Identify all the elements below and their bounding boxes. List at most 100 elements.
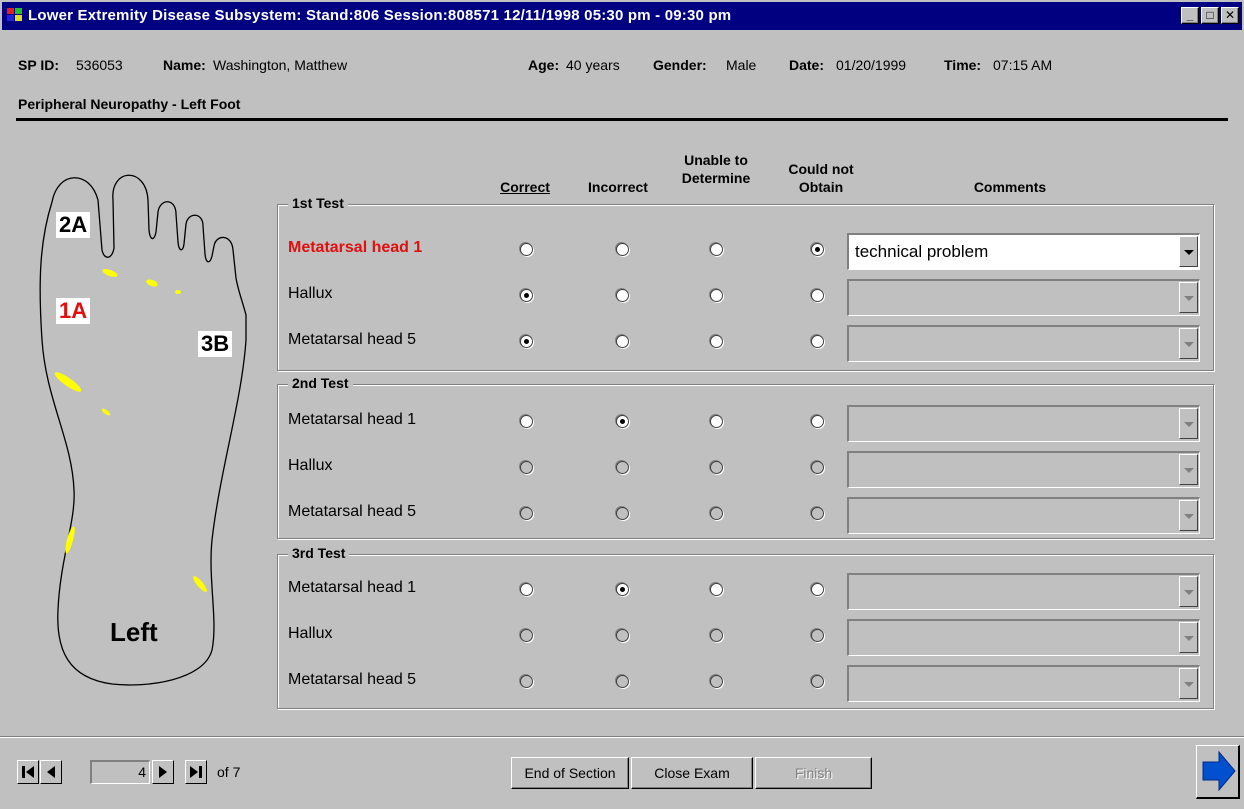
comment-dropdown[interactable] (847, 497, 1200, 534)
radio-correct[interactable] (520, 675, 533, 688)
bottom-divider (0, 736, 1244, 738)
foot-label-2a: 2A (56, 212, 91, 238)
maximize-button[interactable]: □ (1201, 7, 1219, 24)
end-of-section-button[interactable]: End of Section (511, 757, 629, 789)
radio-unable[interactable] (710, 415, 723, 428)
dropdown-arrow-icon[interactable] (1179, 668, 1198, 699)
title-bar[interactable]: Lower Extremity Disease Subsystem: Stand… (2, 2, 1242, 30)
radio-correct[interactable] (520, 507, 533, 520)
radio-could-not-obtain[interactable] (811, 583, 824, 596)
radio-incorrect[interactable] (616, 289, 629, 302)
radio-selected-dot (620, 419, 625, 424)
page-number-field[interactable]: 4 (90, 760, 150, 784)
row-label: Hallux (288, 457, 333, 474)
next-record-button[interactable] (152, 760, 174, 784)
radio-correct[interactable] (520, 461, 533, 474)
radio-selected-dot (620, 587, 625, 592)
minimize-button[interactable]: _ (1181, 7, 1199, 24)
dropdown-arrow-icon[interactable] (1179, 622, 1198, 653)
radio-could-not-obtain[interactable] (811, 461, 824, 474)
test-group-title: 1st Test (288, 195, 348, 211)
comment-dropdown[interactable] (847, 665, 1200, 702)
radio-unable[interactable] (710, 243, 723, 256)
radio-could-not-obtain[interactable] (811, 289, 824, 302)
dropdown-arrow-icon[interactable] (1179, 454, 1198, 485)
radio-could-not-obtain[interactable] (811, 415, 824, 428)
sp-id-value: 536053 (76, 57, 123, 73)
dropdown-arrow-icon[interactable] (1179, 576, 1198, 607)
close-button[interactable]: ✕ (1221, 7, 1239, 24)
radio-unable[interactable] (710, 507, 723, 520)
sp-id-label: SP ID: (18, 57, 59, 73)
next-arrow-icon (1202, 750, 1236, 792)
comment-dropdown[interactable] (847, 619, 1200, 656)
last-icon (190, 766, 202, 778)
first-record-button[interactable] (17, 760, 39, 784)
section-divider (16, 118, 1228, 121)
participant-info-bar: SP ID: 536053 Name: Washington, Matthew … (0, 50, 1244, 80)
test-group-2: 2nd Test Metatarsal head 1 Hallux Metatarsa… (277, 375, 1214, 539)
row-label: Metatarsal head 1 (288, 579, 417, 596)
radio-could-not-obtain[interactable] (811, 675, 824, 688)
comment-dropdown[interactable]: technical problem (847, 233, 1200, 270)
radio-incorrect[interactable] (616, 415, 629, 428)
radio-incorrect[interactable] (616, 507, 629, 520)
radio-correct[interactable] (520, 335, 533, 348)
finish-button[interactable]: Finish (755, 757, 872, 789)
prev-record-button[interactable] (40, 760, 62, 784)
window-title: Lower Extremity Disease Subsystem: Stand… (28, 7, 732, 24)
dropdown-arrow-icon[interactable] (1179, 500, 1198, 531)
radio-could-not-obtain[interactable] (811, 243, 824, 256)
radio-correct[interactable] (520, 629, 533, 642)
comment-dropdown[interactable] (847, 405, 1200, 442)
time-label: Time: (944, 57, 982, 73)
radio-correct[interactable] (520, 415, 533, 428)
last-record-button[interactable] (185, 760, 207, 784)
test-group-title: 3rd Test (288, 545, 350, 561)
radio-incorrect[interactable] (616, 335, 629, 348)
comment-dropdown[interactable] (847, 573, 1200, 610)
row-label: Metatarsal head 1 (288, 239, 423, 256)
radio-unable[interactable] (710, 629, 723, 642)
row-label: Hallux (288, 625, 333, 642)
comment-dropdown[interactable] (847, 325, 1200, 362)
radio-selected-dot (524, 339, 529, 344)
page-count: of 7 (217, 764, 241, 780)
dropdown-arrow-icon[interactable] (1179, 408, 1198, 439)
test-group-1: 1st Test Metatarsal head 1 technical probl… (277, 195, 1214, 371)
radio-incorrect[interactable] (616, 675, 629, 688)
close-exam-button[interactable]: Close Exam (631, 757, 753, 789)
radio-correct[interactable] (520, 289, 533, 302)
col-couldnot: Could not Obtain (781, 160, 861, 196)
comment-dropdown[interactable] (847, 279, 1200, 316)
radio-incorrect[interactable] (616, 243, 629, 256)
radio-incorrect[interactable] (616, 461, 629, 474)
next-section-button[interactable] (1196, 745, 1240, 799)
col-unable-line1: Unable to (684, 152, 748, 168)
col-incorrect: Incorrect (573, 178, 663, 196)
radio-unable[interactable] (710, 335, 723, 348)
dropdown-arrow-icon[interactable] (1179, 236, 1198, 267)
name-label: Name: (163, 57, 206, 73)
radio-correct[interactable] (520, 583, 533, 596)
radio-unable[interactable] (710, 461, 723, 474)
radio-selected-dot (815, 247, 820, 252)
radio-unable[interactable] (710, 675, 723, 688)
dropdown-arrow-icon[interactable] (1179, 328, 1198, 359)
radio-unable[interactable] (710, 583, 723, 596)
radio-correct[interactable] (520, 243, 533, 256)
radio-could-not-obtain[interactable] (811, 335, 824, 348)
row-label: Metatarsal head 5 (288, 503, 417, 520)
col-unable-line2: Determine (681, 170, 751, 186)
radio-could-not-obtain[interactable] (811, 629, 824, 642)
app-icon (7, 8, 23, 22)
radio-incorrect[interactable] (616, 629, 629, 642)
radio-could-not-obtain[interactable] (811, 507, 824, 520)
radio-incorrect[interactable] (616, 583, 629, 596)
foot-label-3b: 3B (198, 331, 233, 357)
radio-unable[interactable] (710, 289, 723, 302)
row-label: Metatarsal head 1 (288, 411, 417, 428)
dropdown-arrow-icon[interactable] (1179, 282, 1198, 313)
comment-dropdown[interactable] (847, 451, 1200, 488)
col-comments: Comments (973, 179, 1047, 195)
